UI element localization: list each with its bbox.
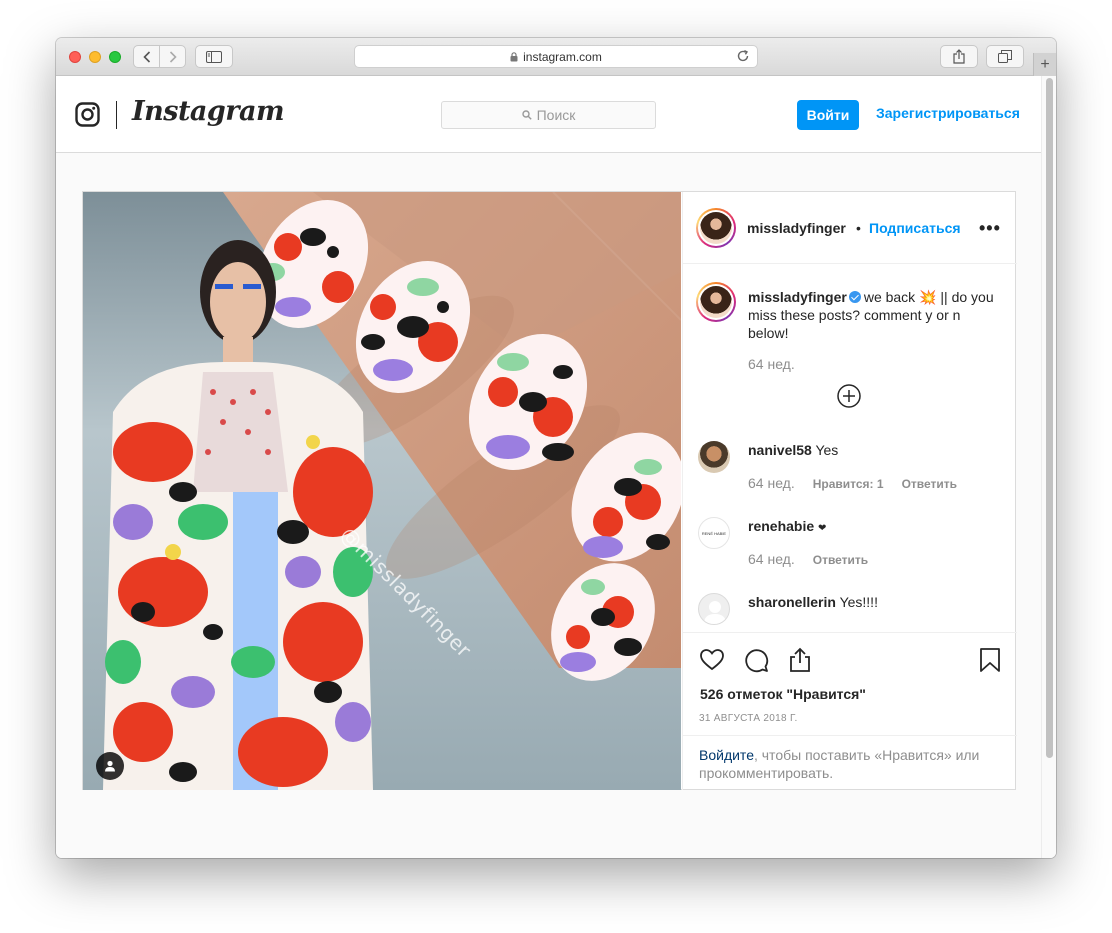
search-icon xyxy=(521,110,532,120)
login-to-comment-prompt: Войдите, чтобы поставить «Нравится» или … xyxy=(683,735,1017,791)
signup-link[interactable]: Зарегистрироваться xyxy=(876,105,1020,121)
reload-icon[interactable] xyxy=(736,49,750,63)
plus-icon: + xyxy=(1040,55,1050,73)
caption-avatar[interactable] xyxy=(696,282,736,322)
address-url: instagram.com xyxy=(523,49,602,64)
search-input[interactable]: Поиск xyxy=(441,101,656,129)
comment-text: renehabie ❤ xyxy=(748,518,826,534)
comment-icon[interactable] xyxy=(743,647,769,673)
vertical-scrollbar[interactable] xyxy=(1041,76,1056,858)
caption-text: missladyfinger we back 💥 || do you miss t… xyxy=(748,288,998,342)
new-tab-button[interactable]: + xyxy=(1033,53,1056,76)
reply-button[interactable]: Ответить xyxy=(813,553,868,567)
bookmark-icon[interactable] xyxy=(977,647,1003,673)
comment-likes-count[interactable]: Нравится: 1 xyxy=(813,477,884,491)
search-placeholder: Поиск xyxy=(536,107,576,123)
post-actions: 526 отметок "Нравится" 31 АВГУСТА 2018 Г… xyxy=(683,632,1017,790)
share-icon xyxy=(953,49,965,64)
login-button[interactable]: Войти xyxy=(797,100,859,130)
browser-share-button[interactable] xyxy=(940,45,978,68)
separator-dot: • xyxy=(856,220,861,236)
chevron-left-icon xyxy=(143,50,150,63)
sidebar-icon xyxy=(206,50,222,63)
verified-badge-icon xyxy=(848,291,861,303)
tagged-users-button[interactable] xyxy=(96,752,124,780)
comment-username[interactable]: renehabie xyxy=(748,518,814,534)
comment-body: Yes!!!! xyxy=(839,594,878,610)
heart-emoji: ❤ xyxy=(818,523,827,534)
address-bar[interactable]: instagram.com xyxy=(354,45,758,68)
show-tabs-button[interactable] xyxy=(986,45,1024,68)
comment-timestamp[interactable]: 64 нед. xyxy=(748,475,795,491)
back-button[interactable] xyxy=(134,46,159,67)
caption-username[interactable]: missladyfinger xyxy=(748,289,847,305)
post-sidebar: missladyfinger • Подписаться ••• misslad… xyxy=(682,192,1017,790)
logo-divider xyxy=(116,101,117,129)
scrollbar-thumb[interactable] xyxy=(1046,78,1053,758)
avatar-logo-text: RENÉ HABIE xyxy=(701,530,727,536)
reply-button[interactable]: Ответить xyxy=(902,477,957,491)
comment-avatar[interactable] xyxy=(698,593,730,625)
author-username[interactable]: missladyfinger xyxy=(747,220,846,236)
instagram-header: Instagram Поиск Войти Зарегистрироваться xyxy=(56,76,1041,153)
browser-window: instagram.com + Instagram Поиск Войти За… xyxy=(56,38,1056,858)
browser-titlebar: instagram.com xyxy=(56,38,1056,76)
user-icon xyxy=(105,760,115,772)
zoom-window-button[interactable] xyxy=(109,51,121,63)
post-author-header: missladyfinger • Подписаться ••• xyxy=(683,192,1017,264)
comment-avatar[interactable] xyxy=(698,441,730,473)
tabs-icon xyxy=(998,50,1012,63)
instagram-camera-icon[interactable] xyxy=(75,102,100,127)
comment-meta: 64 нед. Ответить xyxy=(748,551,868,567)
more-options-icon[interactable]: ••• xyxy=(979,218,1001,239)
comment-avatar[interactable]: RENÉ HABIE xyxy=(698,517,730,549)
close-window-button[interactable] xyxy=(69,51,81,63)
comment-username[interactable]: nanivel58 xyxy=(748,442,812,458)
likes-count[interactable]: 526 отметок "Нравится" xyxy=(700,686,866,702)
post-photo[interactable]: @missladyfinger xyxy=(83,192,681,790)
post-date[interactable]: 31 АВГУСТА 2018 Г. xyxy=(699,713,798,724)
comment-meta: 64 нед. Нравится: 1 Ответить xyxy=(748,475,957,491)
comment-timestamp[interactable]: 64 нед. xyxy=(748,551,795,567)
post-card: @missladyfinger missladyfinger • Подписа… xyxy=(82,191,1017,790)
heart-icon[interactable] xyxy=(699,647,725,673)
default-user-icon xyxy=(704,601,726,624)
comment-body: Yes xyxy=(815,442,839,458)
comment-text: sharonellerin Yes!!!! xyxy=(748,594,878,610)
comment-text: nanivel58 Yes xyxy=(748,442,838,458)
caption-body-start: we back xyxy=(863,289,916,305)
collision-emoji: 💥 xyxy=(919,289,937,305)
history-nav xyxy=(133,45,186,68)
author-avatar[interactable] xyxy=(696,208,736,248)
sidebar-toggle-button[interactable] xyxy=(195,45,233,68)
lock-icon xyxy=(510,51,518,61)
minimize-window-button[interactable] xyxy=(89,51,101,63)
follow-button[interactable]: Подписаться xyxy=(869,220,961,236)
login-link[interactable]: Войдите xyxy=(699,747,754,763)
page-content: Instagram Поиск Войти Зарегистрироваться xyxy=(56,76,1056,858)
nail-art-photo xyxy=(83,192,681,790)
forward-button[interactable] xyxy=(159,46,185,67)
comment-username[interactable]: sharonellerin xyxy=(748,594,836,610)
load-more-comments-icon[interactable] xyxy=(837,384,861,408)
comments-list: missladyfinger we back 💥 || do you miss t… xyxy=(683,265,1017,631)
share-icon[interactable] xyxy=(787,647,813,673)
instagram-wordmark[interactable]: Instagram xyxy=(132,96,285,127)
caption-timestamp[interactable]: 64 нед. xyxy=(748,356,795,372)
chevron-right-icon xyxy=(169,50,177,63)
